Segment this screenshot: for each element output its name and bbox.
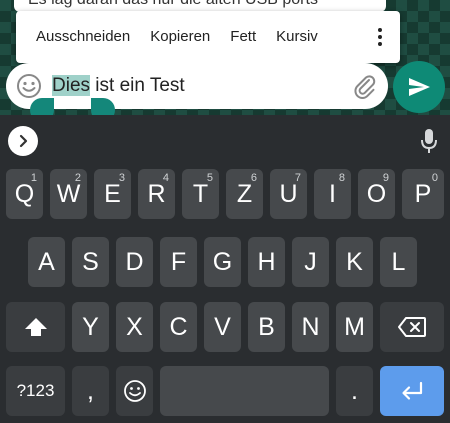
- key-r[interactable]: R4: [138, 169, 175, 219]
- enter-icon: [402, 381, 423, 400]
- send-icon: [409, 78, 430, 96]
- key-y[interactable]: Y: [72, 302, 109, 352]
- emoji-icon[interactable]: [16, 73, 42, 99]
- paperclip-icon[interactable]: [351, 72, 379, 100]
- comma-key[interactable]: ,: [72, 366, 109, 416]
- key-m[interactable]: M: [336, 302, 373, 352]
- key-v[interactable]: V: [204, 302, 241, 352]
- key-b[interactable]: B: [248, 302, 285, 352]
- period-key[interactable]: .: [336, 366, 373, 416]
- key-o[interactable]: O9: [358, 169, 395, 219]
- copy-menu-item[interactable]: Kopieren: [140, 11, 220, 63]
- message-input-text[interactable]: Dies ist ein Test: [52, 63, 185, 109]
- key-w[interactable]: W2: [50, 169, 87, 219]
- text-selection-toolbar: Ausschneiden Kopieren Fett Kursiv: [16, 11, 400, 63]
- key-i[interactable]: I8: [314, 169, 351, 219]
- key-a[interactable]: A: [28, 237, 65, 287]
- key-s[interactable]: S: [72, 237, 109, 287]
- emoji-key[interactable]: [116, 366, 153, 416]
- cut-menu-item[interactable]: Ausschneiden: [16, 11, 140, 63]
- key-l[interactable]: L: [380, 237, 417, 287]
- overflow-menu-icon[interactable]: [360, 11, 400, 63]
- symbols-key[interactable]: ?123: [6, 366, 65, 416]
- italic-menu-item[interactable]: Kursiv: [266, 11, 328, 63]
- key-c[interactable]: C: [160, 302, 197, 352]
- keyboard: Q1 W2 E3 R4 T5 Z6 U7 I8 O9 P0 A S D F G …: [0, 115, 450, 423]
- shift-icon: [24, 318, 47, 336]
- backspace-icon: [398, 317, 426, 337]
- unselected-text[interactable]: ist ein Test: [90, 75, 184, 96]
- message-text: Es lag daran das nur die alten USB ports: [28, 0, 318, 9]
- key-t[interactable]: T5: [182, 169, 219, 219]
- selected-text[interactable]: Dies: [52, 75, 91, 96]
- key-n[interactable]: N: [292, 302, 329, 352]
- shift-key[interactable]: [6, 302, 65, 352]
- key-f[interactable]: F: [160, 237, 197, 287]
- keyboard-toolbar: [0, 115, 450, 161]
- bold-menu-item[interactable]: Fett: [220, 11, 266, 63]
- key-u[interactable]: U7: [270, 169, 307, 219]
- backspace-key[interactable]: [380, 302, 444, 352]
- send-button[interactable]: [393, 61, 445, 113]
- key-x[interactable]: X: [116, 302, 153, 352]
- microphone-icon[interactable]: [418, 127, 440, 155]
- key-k[interactable]: K: [336, 237, 373, 287]
- space-key[interactable]: [160, 366, 329, 416]
- emoji-icon: [123, 380, 146, 402]
- enter-key[interactable]: [380, 366, 444, 416]
- expand-toolbar-button[interactable]: [8, 126, 38, 156]
- key-e[interactable]: E3: [94, 169, 131, 219]
- key-j[interactable]: J: [292, 237, 329, 287]
- key-q[interactable]: Q1: [6, 169, 43, 219]
- message-input[interactable]: Dies ist ein Test: [6, 63, 388, 109]
- key-h[interactable]: H: [248, 237, 285, 287]
- key-z[interactable]: Z6: [226, 169, 263, 219]
- chevron-right-icon: [19, 134, 28, 148]
- key-p[interactable]: P0: [402, 169, 444, 219]
- key-d[interactable]: D: [116, 237, 153, 287]
- key-g[interactable]: G: [204, 237, 241, 287]
